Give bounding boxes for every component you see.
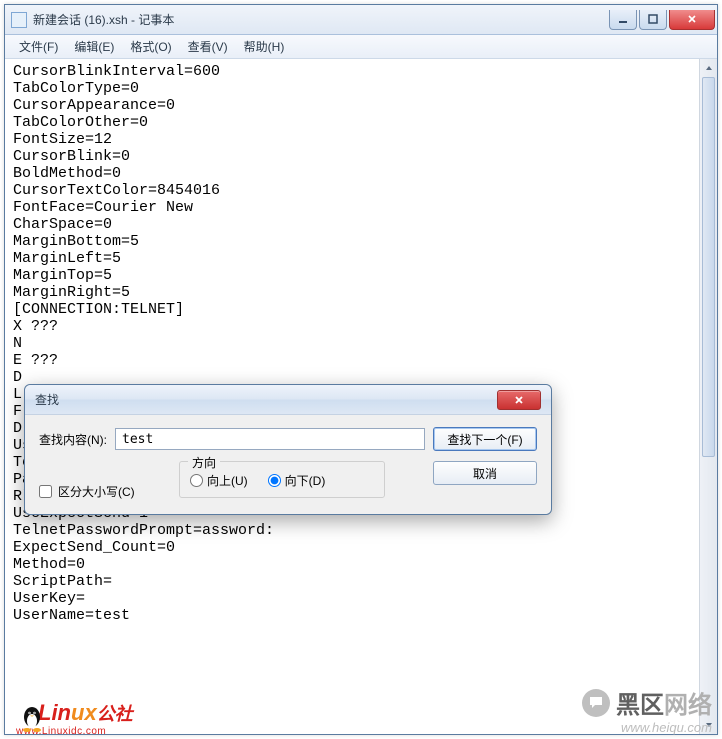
direction-up-label: 向上(U) bbox=[207, 472, 248, 489]
direction-down-radio[interactable] bbox=[268, 474, 281, 487]
menu-file[interactable]: 文件(F) bbox=[11, 36, 66, 57]
close-button[interactable] bbox=[669, 10, 715, 30]
direction-down-wrap[interactable]: 向下(D) bbox=[268, 472, 326, 489]
match-case-checkbox-wrap[interactable]: 区分大小写(C) bbox=[39, 483, 167, 500]
scroll-thumb[interactable] bbox=[702, 77, 715, 457]
scroll-track[interactable] bbox=[700, 77, 717, 716]
maximize-button[interactable] bbox=[639, 10, 667, 30]
cancel-button[interactable]: 取消 bbox=[433, 461, 537, 485]
direction-up-radio[interactable] bbox=[190, 474, 203, 487]
app-icon bbox=[11, 12, 27, 28]
find-dialog: 查找 查找内容(N): 查找下一个(F) 区分大小写(C) 方向 bbox=[24, 384, 552, 515]
titlebar[interactable]: 新建会话 (16).xsh - 记事本 bbox=[5, 5, 717, 35]
menu-edit[interactable]: 编辑(E) bbox=[66, 36, 122, 57]
vertical-scrollbar[interactable] bbox=[699, 59, 717, 734]
scroll-down-arrow[interactable] bbox=[700, 716, 717, 734]
find-next-button[interactable]: 查找下一个(F) bbox=[433, 427, 537, 451]
menu-view[interactable]: 查看(V) bbox=[180, 36, 236, 57]
scroll-up-arrow[interactable] bbox=[700, 59, 717, 77]
find-dialog-title: 查找 bbox=[35, 391, 59, 408]
menu-help[interactable]: 帮助(H) bbox=[236, 36, 293, 57]
menu-format[interactable]: 格式(O) bbox=[122, 36, 179, 57]
find-dialog-close-button[interactable] bbox=[497, 390, 541, 410]
direction-down-label: 向下(D) bbox=[285, 472, 326, 489]
window-title: 新建会话 (16).xsh - 记事本 bbox=[33, 11, 174, 28]
direction-up-wrap[interactable]: 向上(U) bbox=[190, 472, 248, 489]
find-content-input[interactable] bbox=[115, 428, 425, 450]
notepad-window: 新建会话 (16).xsh - 记事本 文件(F) 编辑(E) 格式(O) 查看… bbox=[4, 4, 718, 735]
match-case-label: 区分大小写(C) bbox=[58, 483, 135, 500]
window-controls bbox=[609, 10, 717, 30]
minimize-button[interactable] bbox=[609, 10, 637, 30]
direction-group: 方向 向上(U) 向下(D) bbox=[179, 461, 385, 498]
find-content-label: 查找内容(N): bbox=[39, 431, 107, 448]
menubar: 文件(F) 编辑(E) 格式(O) 查看(V) 帮助(H) bbox=[5, 35, 717, 59]
find-dialog-titlebar[interactable]: 查找 bbox=[25, 385, 551, 415]
find-dialog-body: 查找内容(N): 查找下一个(F) 区分大小写(C) 方向 向上(U) bbox=[25, 415, 551, 514]
match-case-checkbox[interactable] bbox=[39, 485, 52, 498]
direction-legend: 方向 bbox=[188, 454, 220, 471]
